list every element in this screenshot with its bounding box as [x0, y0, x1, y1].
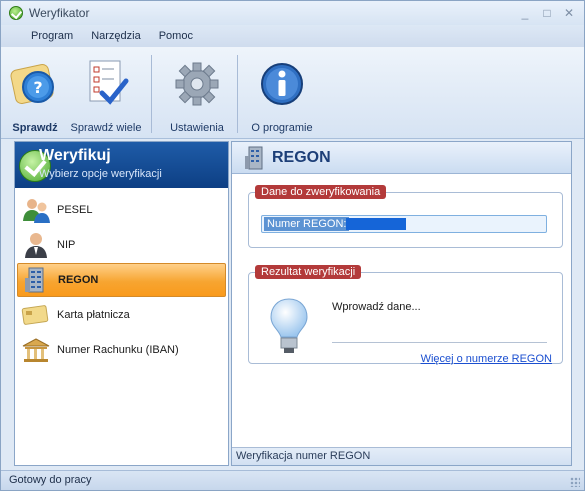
- option-nip[interactable]: NIP: [17, 228, 226, 262]
- gear-icon: [175, 62, 219, 106]
- lightbulb-icon: [270, 298, 308, 353]
- title-bar[interactable]: Weryfikator _ □ ✕: [1, 1, 584, 25]
- about-button[interactable]: O programie: [243, 51, 321, 137]
- option-label: Karta płatnicza: [57, 309, 130, 321]
- regon-title: REGON: [272, 149, 331, 166]
- person-icon: [25, 233, 47, 258]
- building-icon: [245, 146, 263, 170]
- regon-header: REGON: [232, 142, 571, 174]
- option-label: Numer Rachunku (IBAN): [57, 344, 179, 356]
- toolbar-separator: [151, 55, 152, 133]
- verify-title: Weryfikuj: [39, 147, 111, 164]
- check-many-button[interactable]: Sprawdź wiele: [67, 51, 145, 137]
- result-text: Wprowadź dane...: [332, 301, 421, 313]
- maximize-button[interactable]: □: [536, 4, 558, 22]
- verify-subtitle: Wybierz opcje weryfikacji: [39, 168, 162, 180]
- window-title: Weryfikator: [29, 6, 90, 20]
- bank-icon: [22, 338, 50, 362]
- verify-header: Weryfikuj Wybierz opcje weryfikacji: [15, 142, 228, 188]
- svg-text:?: ?: [33, 78, 42, 97]
- close-button[interactable]: ✕: [558, 4, 580, 22]
- regon-panel: REGON Dane do zweryfikowania Numer REGON…: [231, 141, 572, 466]
- building-icon: [25, 267, 44, 293]
- checklist-icon: [89, 60, 129, 105]
- toolbar: ? Sprawdź Sprawdź wiele Ustawienia O pro…: [1, 47, 584, 139]
- option-label: NIP: [57, 239, 76, 251]
- verify-options-panel: Weryfikuj Wybierz opcje weryfikacji PESE…: [14, 141, 229, 466]
- menu-narzedzia[interactable]: Narzędzia: [91, 30, 141, 42]
- help-check-icon: ?: [10, 64, 54, 104]
- app-window: Weryfikator _ □ ✕ Program Narzędzia Pomo…: [0, 0, 585, 491]
- more-about-regon-link[interactable]: Więcej o numerze REGON: [421, 353, 552, 365]
- window-controls: _ □ ✕: [514, 4, 580, 22]
- option-list: PESEL NIP REGON Karta płatnicza Numer Ra…: [15, 188, 228, 367]
- result-group-caption: Rezultat weryfikacji: [255, 265, 362, 279]
- settings-button[interactable]: Ustawienia: [161, 51, 233, 137]
- menu-bar: Program Narzędzia Pomoc: [1, 25, 584, 47]
- result-group: Rezultat weryfikacji Wprowadź dane... Wi…: [248, 265, 563, 365]
- settings-button-label: Ustawienia: [170, 122, 224, 134]
- option-card[interactable]: Karta płatnicza: [17, 298, 226, 332]
- status-bar: Gotowy do pracy: [1, 470, 584, 490]
- menu-pomoc[interactable]: Pomoc: [159, 30, 193, 42]
- check-many-button-label: Sprawdź wiele: [70, 122, 142, 134]
- option-regon[interactable]: REGON: [17, 263, 226, 297]
- regon-field: Numer REGON:: [261, 215, 547, 233]
- panel-footer: Weryfikacja numer REGON: [232, 447, 571, 465]
- people-icon: [23, 199, 50, 223]
- option-label: REGON: [58, 274, 99, 286]
- regon-input[interactable]: [346, 218, 406, 230]
- card-icon: [21, 305, 49, 325]
- regon-field-label: Numer REGON:: [264, 217, 350, 231]
- minimize-button[interactable]: _: [514, 4, 536, 22]
- status-text: Gotowy do pracy: [9, 474, 92, 486]
- resize-grip[interactable]: [570, 477, 580, 487]
- option-label: PESEL: [57, 204, 93, 216]
- option-iban[interactable]: Numer Rachunku (IBAN): [17, 333, 226, 367]
- option-pesel[interactable]: PESEL: [17, 193, 226, 227]
- input-group: Dane do zweryfikowania Numer REGON:: [248, 185, 563, 248]
- result-divider: [332, 342, 547, 343]
- check-button-label: Sprawdź: [12, 122, 58, 134]
- check-button[interactable]: ? Sprawdź: [5, 51, 65, 137]
- about-button-label: O programie: [251, 122, 313, 134]
- info-icon: [261, 63, 303, 105]
- app-check-icon: [9, 6, 23, 20]
- menu-program[interactable]: Program: [31, 30, 73, 42]
- input-group-caption: Dane do zweryfikowania: [255, 185, 387, 199]
- toolbar-separator: [237, 55, 238, 133]
